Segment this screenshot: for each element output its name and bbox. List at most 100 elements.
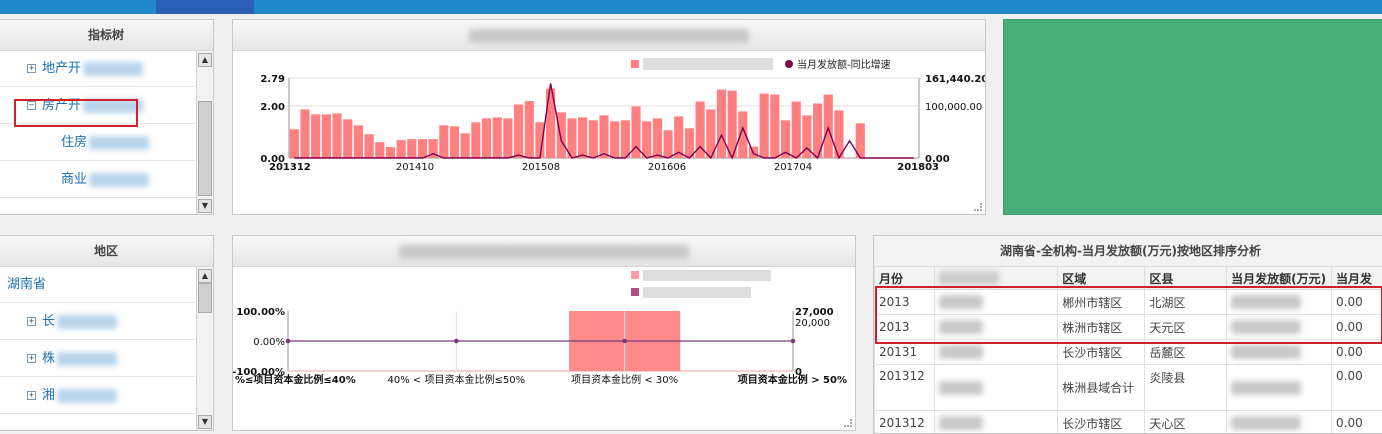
x-tick-label: 201606	[648, 162, 686, 173]
scroll-down-icon[interactable]: ▼	[198, 415, 212, 429]
expand-icon[interactable]: +	[27, 354, 36, 363]
selected-item-highlight	[14, 99, 138, 127]
redacted-text	[938, 416, 983, 431]
index-tree-item-label: 地产开	[42, 61, 82, 76]
cell-text: 201312	[879, 369, 925, 383]
scroll-up-icon[interactable]: ▲	[198, 53, 212, 67]
expand-icon[interactable]: +	[27, 391, 36, 400]
expand-icon[interactable]: +	[27, 317, 36, 326]
bar	[610, 121, 620, 158]
table-cell-month: 201312	[874, 364, 935, 411]
capital-ratio-chart: -100.00%0.00%100.00%020,00027,000%≤项目资本金…	[233, 270, 847, 386]
index-tree-title: 指标树	[0, 20, 213, 51]
bar	[396, 140, 406, 158]
x-category-label: %≤项目资本金比例≤40%	[235, 373, 356, 386]
green-map-panel	[1003, 19, 1382, 215]
region-tree-item[interactable]: + 湘	[0, 378, 195, 414]
table-cell-org	[933, 364, 1059, 411]
bar	[385, 147, 396, 158]
legend-swatch	[631, 271, 639, 279]
y-left-tick-label: 100.00%	[236, 307, 285, 318]
bar	[343, 119, 353, 158]
bar	[460, 133, 470, 158]
cell-text: 株洲县域合计	[1062, 380, 1135, 395]
y-left-tick-label: 0.00%	[253, 337, 285, 348]
nav-tab-1[interactable]	[0, 0, 40, 14]
region-tree-title: 地区	[0, 236, 213, 267]
redacted-text	[1231, 345, 1302, 360]
bar	[791, 101, 801, 158]
line-point	[790, 338, 796, 344]
chart-title	[233, 236, 855, 267]
legend-swatch-bar	[631, 60, 639, 68]
region-tree-item[interactable]: 湖南省	[0, 267, 195, 303]
chart-legend	[631, 270, 771, 298]
nav-tab-5[interactable]	[386, 0, 446, 14]
table-row[interactable]: 201312 株洲县域合计 炎陵县 0.00	[874, 364, 1382, 411]
y-right-tick-label: 161,440.20	[925, 74, 985, 85]
cell-text: 长沙市辖区	[1062, 416, 1123, 431]
cell-text: 0.00	[1336, 369, 1363, 383]
region-tree-item-label: 湘	[42, 388, 56, 403]
table-cell-month: 201312	[874, 410, 935, 433]
table-cell-area: 长沙市辖区	[1057, 410, 1146, 433]
region-tree-item-label: 株	[42, 351, 56, 366]
y-right-tick-label: 20,000	[795, 318, 830, 329]
bar	[300, 109, 310, 158]
bar	[503, 118, 513, 158]
bar	[332, 113, 342, 158]
table-cell-org	[933, 410, 1059, 433]
x-tick-label: 201803	[897, 162, 939, 173]
region-tree-item[interactable]: + 株	[0, 341, 195, 377]
region-tree-item[interactable]: + 长	[0, 304, 195, 340]
nav-tab-4[interactable]	[280, 0, 340, 14]
bar	[513, 104, 524, 158]
index-tree-item[interactable]: + 地产开	[0, 51, 195, 87]
resize-handle[interactable]	[974, 203, 982, 211]
nav-tab-3[interactable]	[156, 0, 254, 14]
cell-text: 炎陵县	[1149, 371, 1186, 385]
region-tree-item-label: 湖南省	[7, 277, 47, 292]
region-tree-panel: 地区 湖南省 + 长 + 株 + 湘 ▲ ▼	[0, 235, 214, 431]
cell-text: 岳麓区	[1149, 345, 1186, 360]
resize-handle[interactable]	[844, 419, 852, 427]
scroll-thumb[interactable]	[198, 101, 212, 196]
cell-text: 0.00	[1336, 345, 1363, 359]
nav-tab-2[interactable]	[75, 0, 135, 14]
top-nav-bar	[0, 0, 1382, 14]
redacted-text	[89, 172, 150, 187]
bar	[311, 114, 321, 158]
x-category-label: 40% < 项目资本金比例≤50%	[388, 373, 526, 386]
bar	[620, 120, 630, 158]
legend-swatch-line	[785, 60, 793, 68]
chart-legend: 当月发放额-同比增速	[631, 58, 891, 71]
table-row[interactable]: 201312 长沙市辖区 天心区 0.00	[874, 410, 1382, 433]
redacted-text	[57, 314, 118, 329]
index-tree-item[interactable]: 商业	[0, 162, 195, 198]
bar	[375, 142, 385, 158]
index-tree-item[interactable]: 住房	[0, 125, 195, 161]
index-tree-scrollbar[interactable]: ▲ ▼	[196, 51, 213, 214]
bar	[353, 125, 363, 158]
table-cell-rate: 0.00	[1331, 364, 1382, 411]
scroll-thumb[interactable]	[198, 283, 212, 313]
bar	[716, 89, 727, 158]
region-tree-item-label: 长	[42, 314, 56, 329]
redacted-text	[938, 345, 983, 360]
scroll-up-icon[interactable]: ▲	[198, 269, 212, 283]
monthly-chart-panel: 当月发放额-同比增速 0.00 2.00 2.79 0.00 100,000.00 161,…	[232, 19, 986, 215]
redacted-text	[1231, 416, 1302, 431]
redacted-text	[938, 380, 983, 395]
scroll-down-icon[interactable]: ▼	[198, 199, 212, 213]
bar	[556, 112, 566, 158]
legend-swatch	[631, 288, 639, 296]
bar	[364, 134, 374, 158]
table-cell-county: 炎陵县	[1144, 364, 1228, 411]
expand-icon[interactable]: +	[27, 64, 36, 73]
index-tree-item-label: 商业	[61, 172, 88, 187]
region-tree-scrollbar[interactable]: ▲ ▼	[196, 267, 213, 430]
bar	[578, 117, 588, 158]
table-cell-rate: 0.00	[1331, 410, 1382, 433]
cell-text: 天心区	[1149, 416, 1186, 431]
bar	[588, 120, 598, 158]
